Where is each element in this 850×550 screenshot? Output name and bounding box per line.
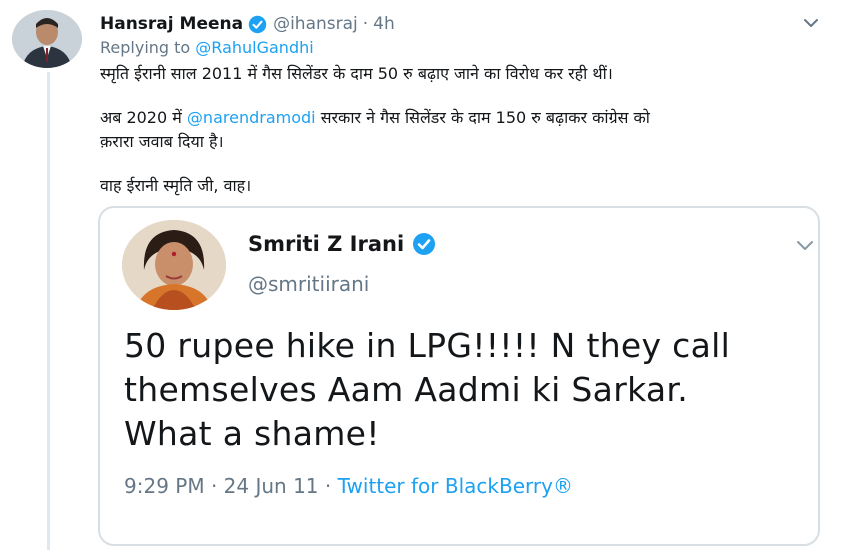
author-name[interactable]: Hansraj Meena <box>100 14 243 34</box>
quoted-author-row: Smriti Z Irani <box>248 232 436 256</box>
separator-dot: · <box>362 14 369 34</box>
author-handle[interactable]: @ihansraj <box>273 14 358 34</box>
quoted-author-handle[interactable]: @smritiirani <box>248 272 369 296</box>
thread-line <box>47 72 50 550</box>
replying-prefix: Replying to <box>100 38 191 57</box>
tweet-text-line-2: अब 2020 में @narendramodi सरकार ने गैस स… <box>100 106 650 130</box>
tweet-text-line-4: वाह ईरानी स्मृति जी, वाह। <box>100 176 252 195</box>
chevron-down-icon[interactable] <box>802 14 820 32</box>
line2-prefix: अब 2020 में <box>100 108 182 127</box>
quoted-author-name[interactable]: Smriti Z Irani <box>248 232 404 256</box>
tweet-text-line-3: क़रारा जवाब दिया है। <box>100 132 224 151</box>
quoted-avatar-photo <box>122 220 226 310</box>
quoted-text-line-3: What a shame! <box>124 414 380 453</box>
separator-dot: · <box>210 474 218 498</box>
tweet-time[interactable]: 4h <box>373 14 395 34</box>
replying-to: Replying to @RahulGandhi <box>100 38 314 57</box>
tweet-text-line-1: स्मृति ईरानी साल 2011 में गैस सिलेंडर के… <box>100 64 613 83</box>
avatar[interactable] <box>12 10 82 68</box>
separator-dot: · <box>324 474 332 498</box>
author-avatar-photo <box>12 10 82 68</box>
quoted-author-avatar[interactable] <box>122 220 226 310</box>
quoted-text-line-2: themselves Aam Aadmi ki Sarkar. <box>124 370 689 409</box>
tweet-header: Hansraj Meena @ihansraj · 4h <box>100 12 395 36</box>
line2-suffix: सरकार ने गैस सिलेंडर के दाम 150 रु बढ़ाक… <box>320 108 650 127</box>
verified-badge-icon <box>248 15 267 33</box>
quoted-text-line-1: 50 rupee hike in LPG!!!!! N they call <box>124 326 731 365</box>
quoted-source-link[interactable]: Twitter for BlackBerry® <box>338 474 573 498</box>
quoted-time[interactable]: 9:29 PM <box>124 474 205 498</box>
tweet[interactable]: Hansraj Meena @ihansraj · 4h Replying to… <box>0 0 850 550</box>
quoted-tweet-card[interactable]: Smriti Z Irani @smritiirani 50 rupee hik… <box>98 206 820 546</box>
chevron-down-icon[interactable] <box>794 234 816 256</box>
verified-badge-icon <box>413 233 436 255</box>
mention-link[interactable]: @narendramodi <box>187 108 316 127</box>
replying-mention-link[interactable]: @RahulGandhi <box>195 38 313 57</box>
quoted-date[interactable]: 24 Jun 11 <box>224 474 319 498</box>
quoted-tweet-meta: 9:29 PM · 24 Jun 11 · Twitter for BlackB… <box>124 474 573 498</box>
